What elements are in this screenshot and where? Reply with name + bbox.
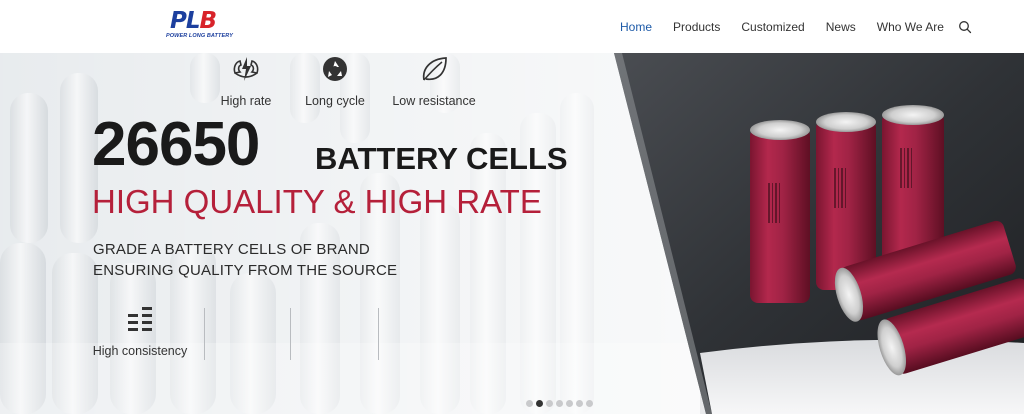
carousel-dot[interactable] <box>566 400 573 407</box>
feature-divider <box>290 308 291 360</box>
carousel-dot[interactable] <box>576 400 583 407</box>
site-header: PLB POWER LONG BATTERY Home Products Cus… <box>0 0 1024 53</box>
carousel-dot-active[interactable] <box>536 400 543 407</box>
nav-item-who-we-are[interactable]: Who We Are <box>877 18 944 36</box>
carousel-dot[interactable] <box>586 400 593 407</box>
headline-product-type: BATTERY CELLS <box>315 141 568 176</box>
feature-label: Low resistance <box>392 94 476 108</box>
nav-item-products[interactable]: Products <box>673 18 720 36</box>
bars-stack-icon <box>128 307 152 331</box>
feature-label: High consistency <box>92 344 188 358</box>
logo-tagline: POWER LONG BATTERY <box>166 33 233 39</box>
feature-divider <box>204 308 205 360</box>
headline-tagline: HIGH QUALITY & HIGH RATE <box>92 183 542 220</box>
leaf-icon <box>422 57 447 81</box>
brand-logo[interactable]: PLB POWER LONG BATTERY <box>166 10 246 42</box>
hero-banner[interactable]: 26650 BATTERY CELLS HIGH QUALITY & HIGH … <box>0 53 1024 414</box>
feature-label: High rate <box>220 94 272 108</box>
feature-divider <box>378 308 379 360</box>
desc-line-1: GRADE A BATTERY CELLS OF BRAND <box>93 241 370 258</box>
hero-description: GRADE A BATTERY CELLS OF BRAND ENSURING … <box>93 239 397 281</box>
feature-label: Long cycle <box>305 94 365 108</box>
nav-item-home[interactable]: Home <box>620 18 652 36</box>
nav-item-news[interactable]: News <box>826 18 856 36</box>
headline-model-number: 26650 <box>92 110 260 179</box>
search-icon[interactable] <box>958 20 972 34</box>
feature-high-rate: High rate <box>216 53 276 113</box>
carousel-dot[interactable] <box>546 400 553 407</box>
desc-line-2: ENSURING QUALITY FROM THE SOURCE <box>93 262 398 279</box>
logo-wordmark: PLB <box>170 8 217 34</box>
feature-high-consistency: High consistency <box>92 303 188 363</box>
feature-long-cycle: Long cycle <box>302 53 368 113</box>
carousel-dot[interactable] <box>556 400 563 407</box>
main-nav: Home Products Customized News Who We Are <box>620 18 965 36</box>
carousel-pagination <box>526 400 593 407</box>
feature-low-resistance: Low resistance <box>390 53 478 113</box>
bolt-arm-icon <box>233 57 259 81</box>
recycle-icon <box>323 57 347 81</box>
carousel-dot[interactable] <box>526 400 533 407</box>
nav-item-customized[interactable]: Customized <box>741 18 804 36</box>
